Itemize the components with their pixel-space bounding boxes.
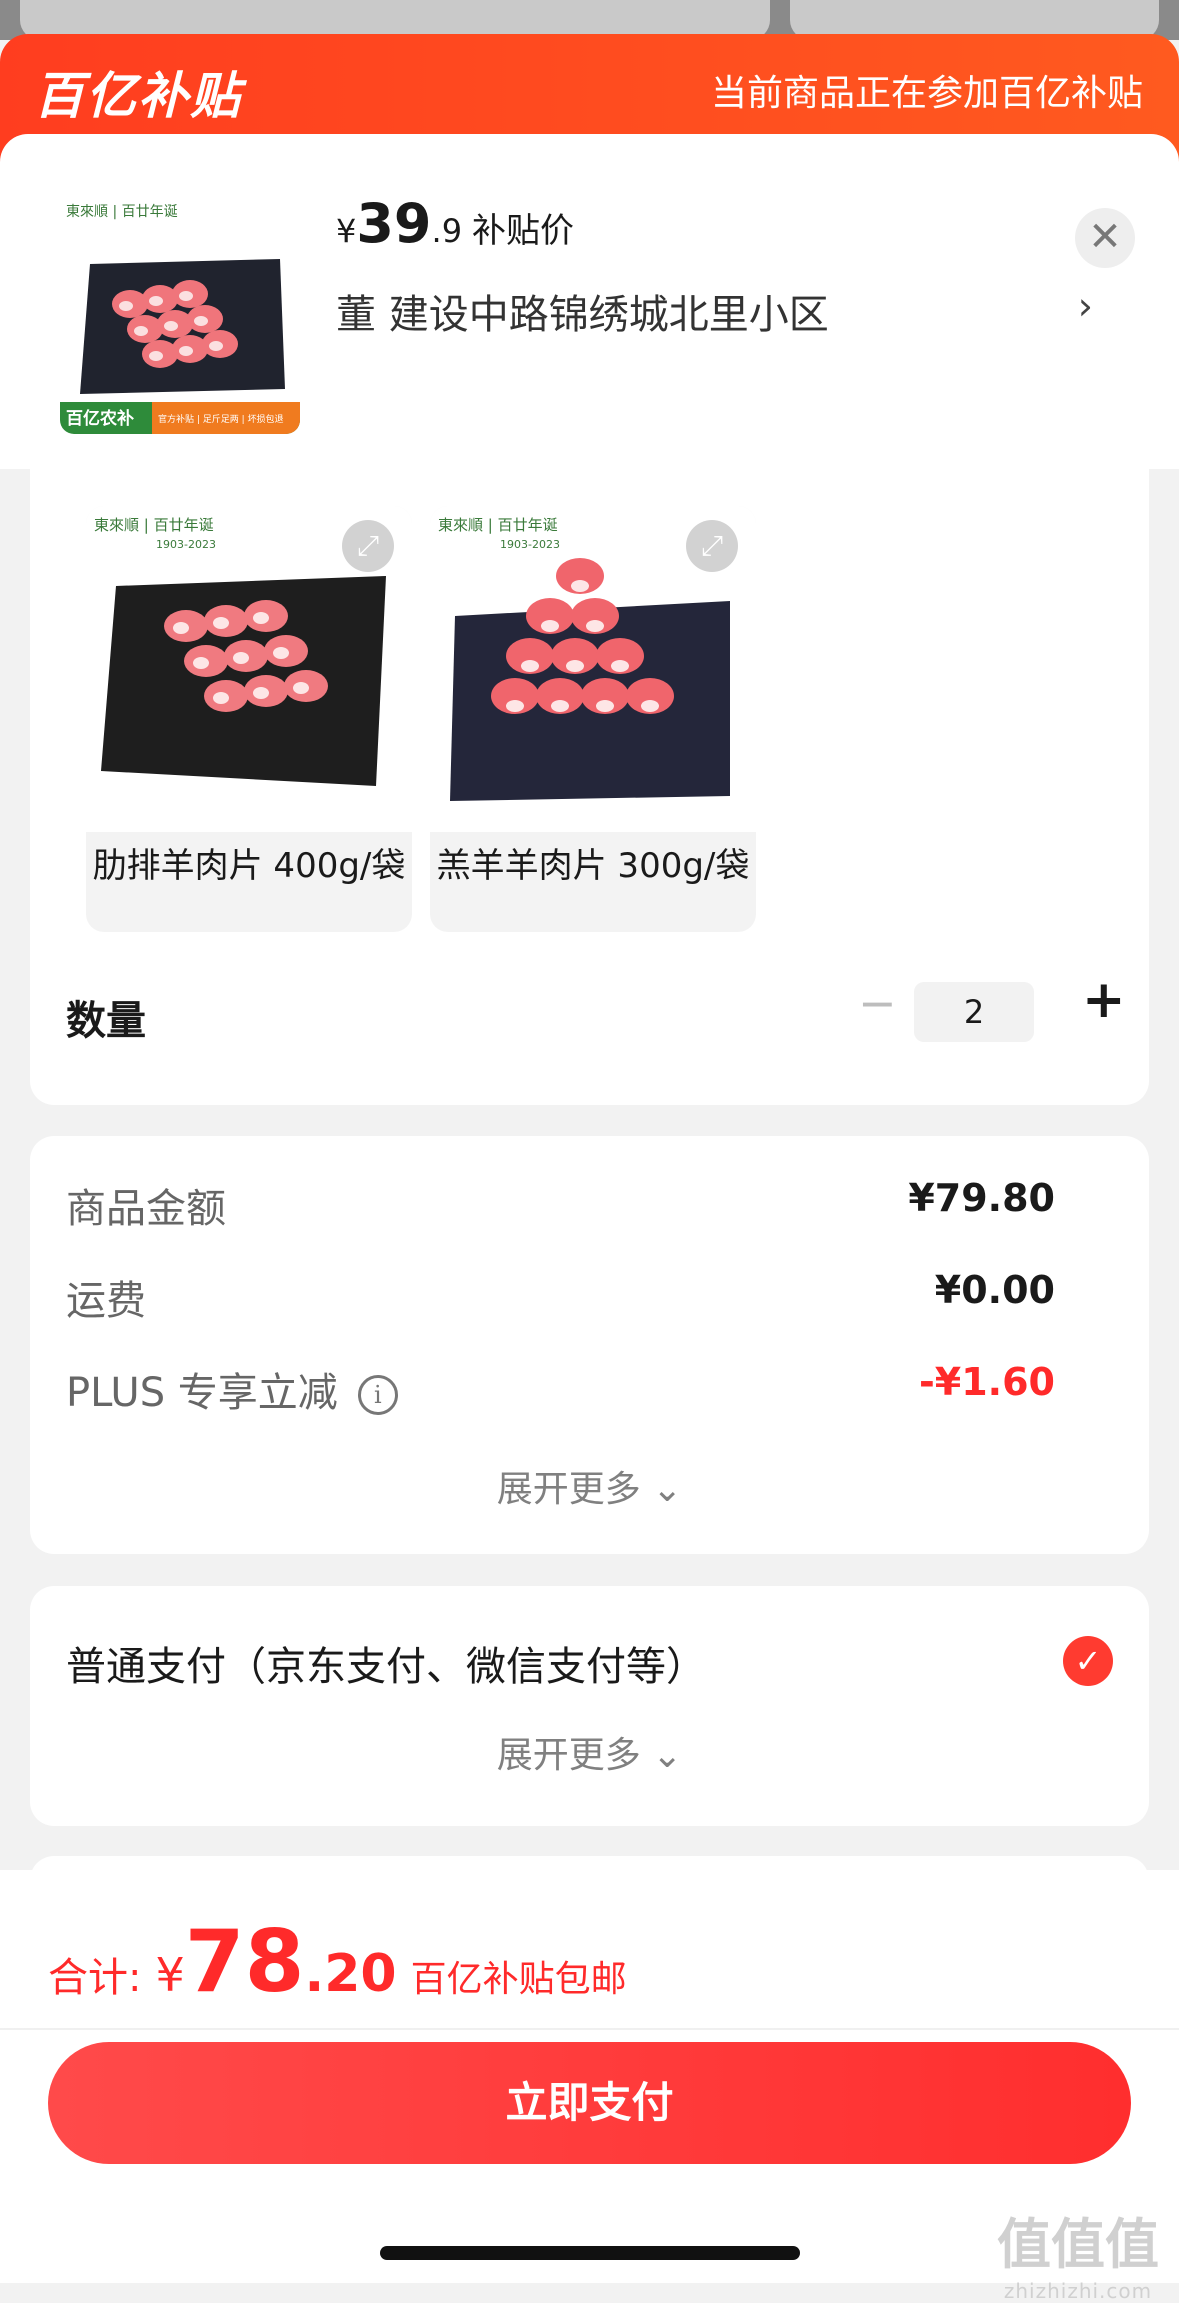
variant-years: 1903-2023 [156,538,216,551]
variant-years: 1903-2023 [500,538,560,551]
fee-row: PLUS 专享立减 i -¥1.60 [66,1360,1055,1420]
plus-discount-label: PLUS 专享立减 [66,1370,338,1416]
product-thumbnail-image: 東來順 | 百廿年诞 百亿农补 官方补贴 | 足斤足两 | 坏损包退 [60,194,300,434]
chevron-right-icon[interactable]: › [1078,284,1093,328]
total-currency: ¥ [155,1948,185,2002]
fee-row: 运费 ¥0.00 [66,1268,1055,1328]
expand-more-payment[interactable]: 展开更多 ⌄ [30,1726,1149,1778]
fee-value: -¥1.60 [919,1360,1055,1404]
thumb-badge: 百亿农补 [66,408,134,429]
expand-more-fees[interactable]: 展开更多 ⌄ [30,1460,1149,1512]
quantity-label: 数量 [66,998,146,1044]
price-tag: 补贴价 [472,211,575,251]
product-thumbnail[interactable]: 東來順 | 百廿年诞 百亿农补 官方补贴 | 足斤足两 | 坏损包退 [60,194,300,434]
subsidy-price: ¥39.9 补贴价 [336,192,574,255]
variant-image: 東來順 | 百廿年诞 1903-2023 ⤢ [86,506,412,832]
watermark-text: 值值值 [997,2213,1159,2276]
subsidy-logo: 百亿补贴 [34,67,242,125]
variant-option[interactable]: 東來順 | 百廿年诞 1903-2023 ⤢ [430,506,756,932]
watermark: 值值值 zhizhizhi.com [997,2200,1159,2303]
subsidy-note: 当前商品正在参加百亿补贴 [710,73,1143,114]
payment-card: 普通支付（京东支付、微信支付等） ✓ 展开更多 ⌄ [30,1586,1149,1826]
home-indicator [380,2246,800,2260]
variant-label: 羔羊羊肉片 300g/袋 [436,846,750,886]
spec-card: 東來順 | 百廿年诞 1903-2023 ⤢ 肋排羊肉片 400g/袋 東來順 … [30,440,1149,1105]
payment-method-label[interactable]: 普通支付（京东支付、微信支付等） [66,1634,706,1692]
fee-label-plus: PLUS 专享立减 i [66,1360,398,1418]
fee-value: ¥0.00 [934,1268,1055,1312]
total-note: 百亿补贴包邮 [410,1959,627,2000]
price-decimal: .9 [431,212,463,250]
product-summary: 東來順 | 百廿年诞 百亿农补 官方补贴 | 足斤足两 | 坏损包退 ¥39.9… [0,134,1179,469]
quantity-plus-button[interactable]: + [1082,970,1126,1030]
fee-card: 商品金额 ¥79.80 运费 ¥0.00 PLUS 专享立减 i -¥1.60 展… [30,1136,1149,1554]
total-decimal: .20 [304,1944,397,2004]
close-icon[interactable]: ✕ [1075,208,1135,268]
expand-icon[interactable]: ⤢ [342,520,394,572]
order-total: 合计: ¥78.20 百亿补贴包邮 [48,1912,627,2012]
fee-label: 运费 [66,1278,146,1324]
variant-brand: 東來順 | 百廿年诞 [94,516,214,534]
expand-icon[interactable]: ⤢ [686,520,738,572]
variant-brand: 東來順 | 百廿年诞 [438,516,558,534]
quantity-minus-button[interactable]: − [858,976,897,1030]
fee-label: 商品金额 [66,1186,226,1232]
total-label: 合计: [48,1955,142,2001]
pay-now-button[interactable]: 立即支付 [48,2042,1131,2164]
fee-row: 商品金额 ¥79.80 [66,1176,1055,1236]
price-currency: ¥ [336,212,357,250]
fee-value: ¥79.80 [908,1176,1055,1220]
quantity-input[interactable]: 2 [914,982,1034,1042]
footer-divider [0,2028,1179,2030]
thumb-badge-extra: 官方补贴 | 足斤足两 | 坏损包退 [158,413,284,425]
variant-image: 東來順 | 百廿年诞 1903-2023 ⤢ [430,506,756,832]
info-icon[interactable]: i [357,1375,398,1415]
check-icon[interactable]: ✓ [1063,1636,1113,1686]
variant-option[interactable]: 東來順 | 百廿年诞 1903-2023 ⤢ [86,506,412,932]
total-integer: 78 [184,1912,305,2012]
delivery-address[interactable]: 董 建设中路锦绣城北里小区 [336,282,829,340]
thumb-brand: 東來順 | 百廿年诞 [66,204,178,220]
variant-label: 肋排羊肉片 400g/袋 [92,846,406,886]
price-integer: 39 [356,192,432,255]
